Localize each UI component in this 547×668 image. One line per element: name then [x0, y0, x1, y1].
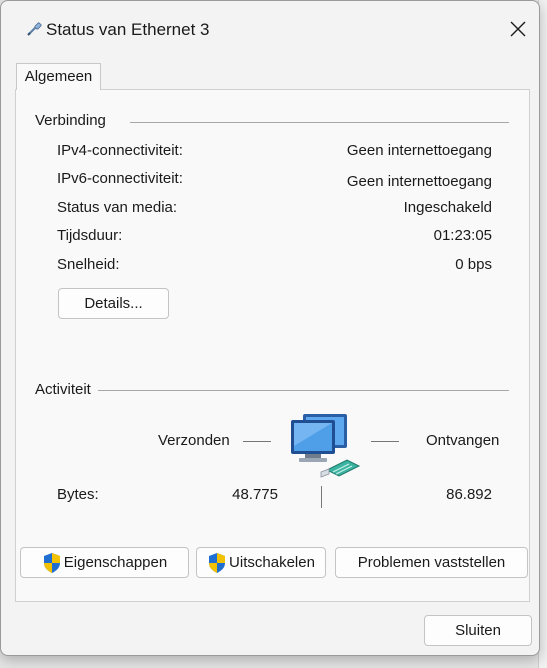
close-icon — [510, 21, 526, 37]
received-label: Ontvangen — [426, 432, 500, 449]
activity-group-divider — [98, 390, 509, 391]
ethernet-cable-icon — [27, 22, 42, 36]
bytes-sent-value: 48.775 — [232, 486, 278, 503]
activity-group-label: Activiteit — [35, 381, 91, 398]
window-title: Status van Ethernet 3 — [46, 20, 210, 39]
uac-shield-icon — [209, 552, 226, 573]
speed-value: 0 bps — [455, 256, 492, 273]
properties-button[interactable]: Eigenschappen — [20, 547, 189, 578]
diagnose-button[interactable]: Problemen vaststellen — [335, 547, 528, 578]
tab-algemeen[interactable]: Algemeen — [16, 63, 101, 90]
media-status-label: Status van media: — [57, 199, 178, 216]
properties-label: Eigenschappen — [63, 554, 168, 571]
details-button[interactable]: Details... — [58, 288, 169, 319]
connection-group-divider — [130, 122, 509, 123]
duration-value: 01:23:05 — [433, 227, 492, 244]
bytes-label: Bytes: — [57, 486, 99, 503]
media-status-value: Ingeschakeld — [403, 199, 492, 216]
ethernet-status-dialog: Status van Ethernet 3 Algemeen Verbindin… — [0, 0, 540, 656]
ipv6-label: IPv6-connectiviteit: — [57, 170, 183, 187]
ipv4-value: Geen internettoegang — [346, 142, 492, 159]
disable-label: Uitschakelen — [229, 554, 315, 571]
network-computers-icon — [291, 414, 361, 478]
title-bar: Status van Ethernet 3 — [1, 1, 539, 59]
uac-shield-icon — [43, 552, 60, 573]
ipv6-value: Geen internettoegang — [346, 173, 492, 190]
close-dialog-button[interactable]: Sluiten — [424, 615, 532, 646]
connection-group-label: Verbinding — [35, 112, 106, 129]
ipv4-label: IPv4-connectiviteit: — [57, 142, 183, 159]
tab-panel-algemeen: Verbinding IPv4-connectiviteit: Geen int… — [15, 89, 530, 602]
bytes-received-value: 86.892 — [446, 486, 492, 503]
sent-dash — [243, 441, 271, 442]
duration-label: Tijdsduur: — [57, 227, 123, 244]
bytes-separator — [321, 486, 322, 508]
sent-label: Verzonden — [158, 432, 230, 449]
disable-button[interactable]: Uitschakelen — [196, 547, 326, 578]
speed-label: Snelheid: — [57, 256, 120, 273]
close-button[interactable] — [496, 9, 539, 49]
received-dash — [371, 441, 399, 442]
